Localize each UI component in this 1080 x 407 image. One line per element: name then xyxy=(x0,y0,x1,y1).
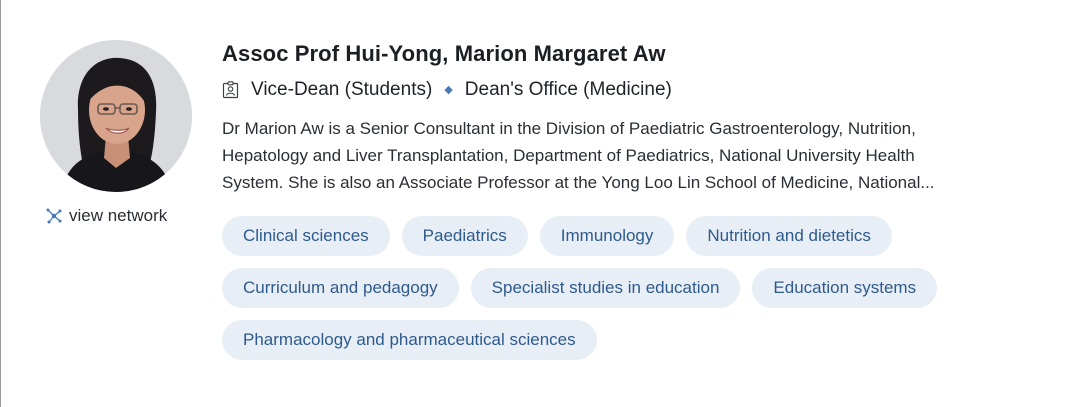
tag-pharmacology[interactable]: Pharmacology and pharmaceutical sciences xyxy=(222,320,597,360)
role-title: Vice-Dean (Students) xyxy=(251,79,433,100)
tag-nutrition-and-dietetics[interactable]: Nutrition and dietetics xyxy=(686,216,892,256)
bio-line: Hepatology and Liver Transplantation, De… xyxy=(222,146,915,165)
view-network-link[interactable]: view network xyxy=(45,206,167,226)
profile-card: view network Assoc Prof Hui-Yong, Marion… xyxy=(0,0,1080,407)
tag-education-systems[interactable]: Education systems xyxy=(752,268,938,308)
department: Dean's Office (Medicine) xyxy=(464,79,672,100)
tag-clinical-sciences[interactable]: Clinical sciences xyxy=(222,216,390,256)
view-network-label: view network xyxy=(69,206,168,225)
network-icon xyxy=(46,208,62,224)
bio-line: Dr Marion Aw is a Senior Consultant in t… xyxy=(222,119,916,138)
avatar-column: view network xyxy=(40,40,192,225)
profile-name[interactable]: Assoc Prof Hui-Yong, Marion Margaret Aw xyxy=(222,40,1067,68)
id-badge-icon xyxy=(222,81,239,99)
tag-paediatrics[interactable]: Paediatrics xyxy=(401,216,528,256)
profile-info: Assoc Prof Hui-Yong, Marion Margaret Aw … xyxy=(222,40,1067,196)
avatar-photo xyxy=(40,40,192,192)
tag-specialist-studies-in-education[interactable]: Specialist studies in education xyxy=(470,268,741,308)
diamond-separator-icon: ◆ xyxy=(444,84,453,96)
role-line: Vice-Dean (Students) ◆ Dean's Office (Me… xyxy=(222,78,1067,102)
tag-curriculum-and-pedagogy[interactable]: Curriculum and pedagogy xyxy=(222,268,459,308)
tag-immunology[interactable]: Immunology xyxy=(539,216,675,256)
avatar[interactable] xyxy=(40,40,192,192)
expertise-tags: Clinical sciences Paediatrics Immunology… xyxy=(222,216,1067,360)
bio-text: Dr Marion Aw is a Senior Consultant in t… xyxy=(222,115,1067,196)
bio-line: System. She is also an Associate Profess… xyxy=(222,173,935,192)
